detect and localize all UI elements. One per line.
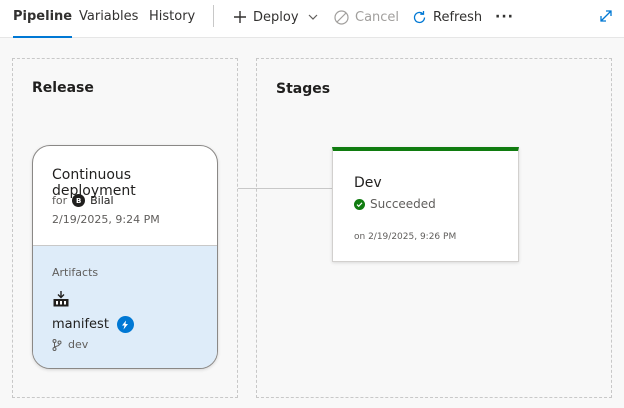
continuous-deployment-trigger-icon[interactable] [116,316,134,333]
more-options-icon[interactable]: ··· [495,9,514,25]
refresh-label: Refresh [433,9,483,25]
tab-variables[interactable]: Variables [79,0,138,38]
stage-card-dev[interactable]: Dev Succeeded on 2/19/2025, 9:26 PM [332,147,519,262]
stage-status-label: Succeeded [370,197,436,211]
toolbar-divider [213,5,214,27]
deploy-button[interactable]: Deploy [233,0,319,34]
release-card[interactable]: Continuous deployment for B Bilal 2/19/2… [32,145,218,369]
refresh-icon [413,10,426,23]
cancel-label: Cancel [355,9,400,25]
user-name: Bilal [90,194,114,207]
stage-status: Succeeded [354,197,436,211]
artifacts-section[interactable]: Artifacts manifest dev [33,245,217,368]
cancel-button[interactable]: Cancel [334,0,399,34]
artifacts-label: Artifacts [52,266,99,279]
release-title: Release [32,80,94,96]
toolbar: Pipeline Variables History Deploy Cancel… [0,0,624,38]
for-label: for [52,194,68,207]
stage-date: on 2/19/2025, 9:26 PM [354,232,457,242]
chevron-down-icon [308,14,317,20]
deploy-label: Deploy [253,9,299,25]
branch-icon [52,338,62,351]
artifact-name[interactable]: manifest [52,316,134,333]
cancel-icon [334,9,349,25]
release-trigger-user: for B Bilal [52,194,114,207]
release-date: 2/19/2025, 9:24 PM [52,213,160,226]
expand-icon[interactable] [598,8,614,28]
build-artifact-icon [52,290,70,312]
stages-title: Stages [276,81,331,97]
tab-history[interactable]: History [149,0,195,38]
stage-name: Dev [354,175,382,191]
refresh-button[interactable]: Refresh [412,0,482,34]
artifact-name-label: manifest [52,317,109,332]
artifact-branch: dev [52,338,88,351]
avatar: B [72,194,86,207]
plus-icon [234,11,246,23]
stage-connector [238,188,333,189]
branch-label: dev [68,338,89,351]
check-icon [354,198,365,210]
tab-pipeline[interactable]: Pipeline [13,0,73,38]
